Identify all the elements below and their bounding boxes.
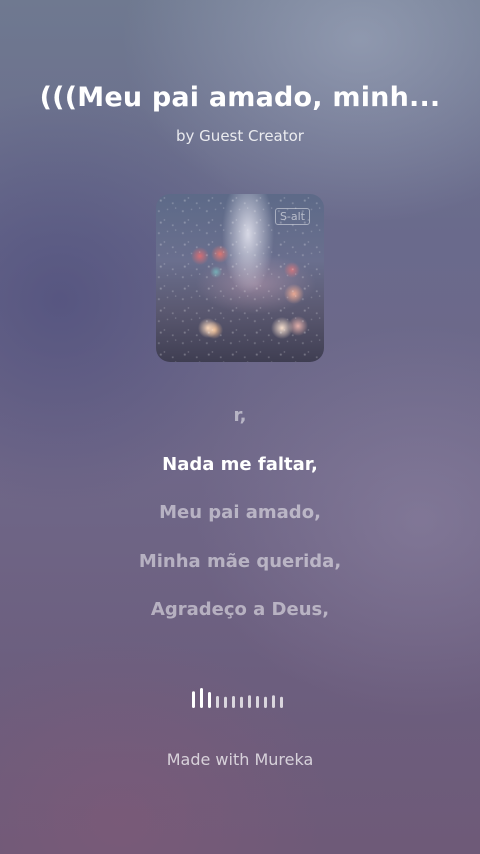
waveform-bar: [224, 696, 227, 708]
waveform-bar: [240, 696, 243, 708]
lyric-line: Meu pai amado,: [159, 502, 321, 523]
waveform-bar: [216, 696, 219, 708]
song-creator: by Guest Creator: [176, 127, 304, 145]
album-cover: S-alt: [156, 194, 324, 362]
waveform-bar: [192, 691, 195, 708]
lyric-line: r,: [233, 405, 247, 426]
audio-waveform-icon: [192, 688, 283, 708]
lyric-line: Agradeço a Deus,: [150, 599, 330, 620]
lyric-line-current: Nada me faltar,: [162, 453, 318, 475]
waveform-bar: [256, 696, 259, 708]
waveform-bar: [232, 696, 235, 708]
waveform-bar: [280, 696, 283, 708]
lyric-line: Minha mãe querida,: [138, 550, 342, 572]
song-title: (((Meu pai amado, minh...: [39, 82, 441, 113]
waveform-bar: [272, 695, 275, 708]
waveform-bar: [200, 688, 203, 708]
made-with-label: Made with Mureka: [166, 750, 314, 769]
waveform-bar: [264, 696, 267, 708]
waveform-bar: [248, 695, 251, 708]
lyrics-panel: r, Nada me faltar, Meu pai amado, Minha …: [0, 400, 480, 643]
waveform-bar: [208, 692, 211, 708]
cover-watermark: S-alt: [274, 208, 310, 225]
